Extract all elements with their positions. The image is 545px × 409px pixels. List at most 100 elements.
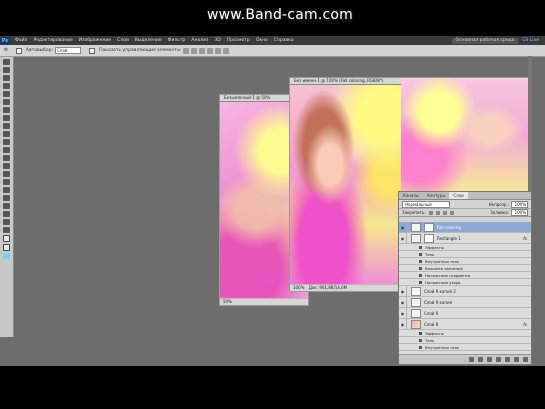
menu-file[interactable]: Файл — [12, 38, 30, 43]
eye-icon[interactable]: ◉ — [399, 286, 407, 296]
effect-visibility-icon[interactable] — [419, 280, 422, 284]
layer-row[interactable]: ◉ Слой 8 fx — [399, 319, 531, 330]
quick-mask-icon[interactable] — [3, 253, 10, 259]
new-layer-icon[interactable] — [514, 357, 519, 362]
menu-help[interactable]: Справка — [271, 38, 297, 43]
add-mask-icon[interactable] — [487, 357, 492, 362]
effect-visibility-icon[interactable] — [419, 266, 422, 270]
layer-effect-row[interactable]: Внешнее свечение — [399, 265, 531, 272]
tool-preset-picker[interactable]: Ф — [4, 48, 8, 53]
layer-effect-row[interactable]: Наложение узора — [399, 279, 531, 286]
dodge-tool-icon[interactable] — [3, 163, 10, 169]
eyedropper-tool-icon[interactable] — [3, 99, 10, 105]
effect-visibility-icon[interactable] — [419, 345, 422, 349]
layer-effect-row[interactable]: Эффекты — [399, 244, 531, 251]
adjustment-layer-icon[interactable] — [496, 357, 501, 362]
document-2-zoom[interactable]: 100% — [293, 285, 304, 290]
show-transform-checkbox[interactable] — [89, 47, 96, 54]
path-select-tool-icon[interactable] — [3, 187, 10, 193]
layer-mask-thumbnail[interactable] — [424, 222, 434, 232]
effect-visibility-icon[interactable] — [419, 252, 422, 256]
layer-row[interactable]: ◉ Слой 9 копия 2 — [399, 286, 531, 297]
quick-select-tool-icon[interactable] — [3, 83, 10, 89]
effect-visibility-icon[interactable] — [419, 331, 422, 335]
align-left-icon[interactable] — [206, 47, 213, 54]
tab-layers[interactable]: Слои — [449, 192, 468, 199]
lock-all-icon[interactable] — [449, 210, 454, 215]
align-right-icon[interactable] — [222, 47, 229, 54]
healing-tool-icon[interactable] — [3, 107, 10, 113]
document-2-title[interactable]: Без имени-1 @ 100% (Fall coloring, RGB/8… — [290, 78, 402, 85]
eye-icon[interactable]: ◉ — [399, 308, 407, 318]
document-window-2[interactable]: Без имени-1 @ 100% (Fall coloring, RGB/8… — [289, 77, 403, 292]
move-tool-icon[interactable] — [3, 59, 10, 65]
layer-effect-row[interactable]: Тень — [399, 251, 531, 258]
foreground-color-swatch[interactable] — [3, 235, 10, 242]
type-tool-icon[interactable] — [3, 179, 10, 185]
brush-tool-icon[interactable] — [3, 115, 10, 121]
align-bottom-icon[interactable] — [198, 47, 205, 54]
document-1-zoom[interactable]: 50% — [220, 299, 308, 305]
eye-icon[interactable]: ◉ — [399, 297, 407, 307]
menu-window[interactable]: Окно — [253, 38, 271, 43]
blur-tool-icon[interactable] — [3, 155, 10, 161]
tab-channels[interactable]: Каналы — [399, 192, 423, 199]
menu-3d[interactable]: 3D — [211, 38, 223, 43]
eye-icon[interactable]: ◉ — [399, 222, 407, 232]
menu-filter[interactable]: Фильтр — [165, 38, 189, 43]
effect-visibility-icon[interactable] — [419, 259, 422, 263]
auto-select-dropdown[interactable]: Слой — [55, 47, 82, 54]
hand-tool-icon[interactable] — [3, 219, 10, 225]
zoom-tool-icon[interactable] — [3, 227, 10, 233]
menu-edit[interactable]: Редактирование — [30, 38, 75, 43]
align-center-icon[interactable] — [214, 47, 221, 54]
eye-icon[interactable]: ◉ — [399, 233, 407, 243]
menu-select[interactable]: Выделение — [132, 38, 165, 43]
link-layers-icon[interactable] — [469, 357, 474, 362]
layer-row[interactable]: ◉ Слой 9 — [399, 308, 531, 319]
workspace-switcher[interactable]: Основная рабочая среда — [451, 37, 519, 44]
layer-fx-icon[interactable]: fx — [523, 322, 527, 327]
layer-effect-row[interactable]: Внутренняя тень — [399, 344, 531, 351]
layer-effect-row[interactable]: Эффекты — [399, 330, 531, 337]
menu-analysis[interactable]: Анализ — [188, 38, 211, 43]
tab-paths[interactable]: Контуры — [423, 192, 449, 199]
eye-icon[interactable]: ◉ — [399, 319, 407, 329]
layer-style-icon[interactable] — [478, 357, 483, 362]
3d-orbit-tool-icon[interactable] — [3, 211, 10, 217]
layer-mask-thumbnail[interactable] — [424, 233, 434, 243]
auto-select-checkbox[interactable] — [15, 47, 22, 54]
lock-transparent-icon[interactable] — [428, 210, 433, 215]
menu-image[interactable]: Изображение — [76, 38, 114, 43]
background-color-swatch[interactable] — [3, 244, 10, 251]
history-brush-tool-icon[interactable] — [3, 131, 10, 137]
align-middle-icon[interactable] — [190, 47, 197, 54]
lock-pixels-icon[interactable] — [435, 210, 440, 215]
pen-tool-icon[interactable] — [3, 171, 10, 177]
document-2-canvas[interactable] — [290, 85, 402, 284]
crop-tool-icon[interactable] — [3, 91, 10, 97]
new-group-icon[interactable] — [505, 357, 510, 362]
shape-tool-icon[interactable] — [3, 195, 10, 201]
layer-row[interactable]: ◉ Слой 9 копия — [399, 297, 531, 308]
blend-mode-dropdown[interactable]: Нормальный — [402, 200, 450, 208]
layer-effect-row[interactable]: Тень — [399, 337, 531, 344]
3d-rotate-tool-icon[interactable] — [3, 203, 10, 209]
layer-effect-row[interactable]: Наложение градиента — [399, 272, 531, 279]
opacity-input[interactable]: 100% — [511, 200, 528, 208]
effect-visibility-icon[interactable] — [419, 245, 422, 249]
layer-row[interactable]: ◉ Rectangle 1 fx — [399, 233, 531, 244]
lock-position-icon[interactable] — [442, 210, 447, 215]
clone-stamp-tool-icon[interactable] — [3, 123, 10, 129]
eraser-tool-icon[interactable] — [3, 139, 10, 145]
effect-visibility-icon[interactable] — [419, 338, 422, 342]
effect-visibility-icon[interactable] — [419, 273, 422, 277]
layer-fx-icon[interactable]: fx — [523, 236, 527, 241]
delete-layer-icon[interactable] — [523, 357, 528, 362]
align-top-icon[interactable] — [182, 47, 189, 54]
lasso-tool-icon[interactable] — [3, 75, 10, 81]
menu-layer[interactable]: Слои — [114, 38, 132, 43]
cs-live-button[interactable]: CS Live — [522, 38, 539, 43]
menu-view[interactable]: Просмотр — [224, 38, 253, 43]
gradient-tool-icon[interactable] — [3, 147, 10, 153]
